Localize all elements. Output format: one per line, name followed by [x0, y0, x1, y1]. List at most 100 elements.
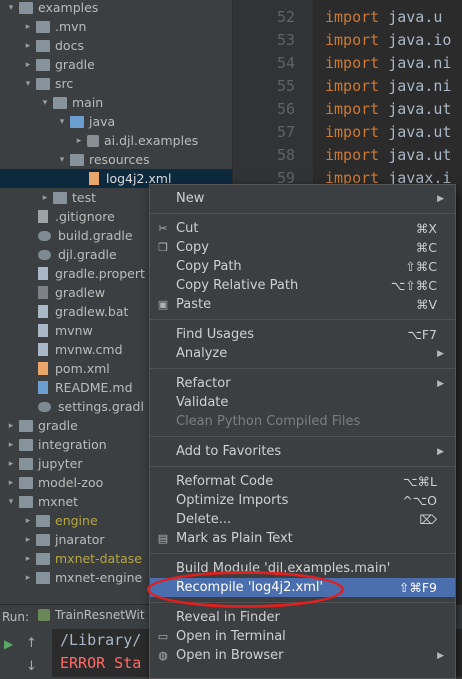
chevron-right-icon[interactable]: ▸ [6, 459, 16, 469]
chevron-down-icon[interactable]: ▾ [57, 117, 67, 127]
tree-item-label: gradle [38, 418, 78, 433]
folder-icon [19, 438, 33, 451]
menu-item-copy-relative-path[interactable]: Copy Relative Path ⌥⇧⌘C [150, 276, 455, 295]
chevron-down-icon[interactable]: ▾ [6, 497, 16, 507]
chevron-down-icon[interactable]: ▾ [57, 155, 67, 165]
chevron-right-icon[interactable]: ▸ [23, 41, 33, 51]
gradle-file-icon [38, 249, 51, 260]
code-line[interactable]: import java.ut [325, 123, 451, 141]
menu-item-recompile-log4j2-xml[interactable]: Recompile 'log4j2.xml' ⇧⌘F9 [150, 578, 455, 597]
shell-file-icon [38, 286, 48, 299]
tree-item-label: resources [89, 152, 150, 167]
rerun-icon[interactable]: ▶ [4, 637, 13, 651]
folder-icon [19, 476, 33, 489]
tree-item-label: main [72, 95, 104, 110]
menu-shortcut: ⌥⇧⌘C [390, 278, 437, 293]
menu-item-copy-path[interactable]: Copy Path ⇧⌘C [150, 257, 455, 276]
scissors-icon: ✂ [158, 221, 168, 235]
tree-item-label: mvnw [55, 323, 93, 338]
code-keyword: import [325, 77, 389, 95]
tree-item[interactable]: ▾ examples [0, 0, 232, 17]
menu-item-copy[interactable]: ❐ Copy ⌘C [150, 238, 455, 257]
menu-item-optimize-imports[interactable]: Optimize Imports ^⌥O [150, 491, 455, 510]
code-line[interactable]: import java.u [325, 8, 442, 26]
scroll-down-icon[interactable]: ↓ [26, 659, 37, 674]
tree-item[interactable]: ▸ gradle [0, 55, 232, 74]
menu-separator [150, 553, 455, 554]
chevron-right-icon[interactable]: ▸ [23, 22, 33, 32]
chevron-down-icon[interactable]: ▾ [6, 3, 16, 13]
chevron-right-icon[interactable]: ▸ [23, 554, 33, 564]
menu-item-analyze[interactable]: Analyze ▶ [150, 344, 455, 363]
chevron-right-icon[interactable]: ▸ [40, 193, 50, 203]
menu-item-open-in-browser[interactable]: ◍ Open in Browser ▶ [150, 646, 455, 665]
menu-item-label: Validate [176, 395, 229, 410]
tree-item[interactable]: ▸ .mvn [0, 17, 232, 36]
tree-item[interactable]: ▸ ai.djl.examples [0, 131, 232, 150]
menu-item-cut[interactable]: ✂ Cut ⌘X [150, 219, 455, 238]
tree-item-label: examples [38, 0, 99, 15]
menu-item-label: New [176, 191, 205, 206]
menu-item-reformat-code[interactable]: Reformat Code ⌥⌘L [150, 472, 455, 491]
tree-item[interactable]: ▾ main [0, 93, 232, 112]
menu-item-delete[interactable]: Delete... ⌦ [150, 510, 455, 529]
folder-icon [19, 419, 33, 432]
code-line[interactable]: import java.ni [325, 54, 451, 72]
menu-item-label: Paste [176, 297, 212, 312]
code-line[interactable]: import java.io [325, 31, 451, 49]
tree-item[interactable]: ▾ resources [0, 150, 232, 169]
folder-icon [36, 571, 50, 584]
chevron-down-icon[interactable]: ▾ [40, 98, 50, 108]
menu-item-refactor[interactable]: Refactor ▶ [150, 374, 455, 393]
menu-item-label: Reveal in Finder [176, 610, 280, 625]
tree-item-label: jupyter [38, 456, 83, 471]
code-line[interactable]: import java.ut [325, 146, 451, 164]
tree-item[interactable]: ▾ java [0, 112, 232, 131]
file-icon [38, 343, 48, 356]
chevron-right-icon[interactable]: ▸ [6, 478, 16, 488]
menu-separator [150, 319, 455, 320]
menu-item-label: Mark as Plain Text [176, 531, 293, 546]
chevron-right-icon[interactable]: ▸ [23, 60, 33, 70]
menu-shortcut: ⌘V [415, 297, 437, 312]
code-line[interactable]: import java.ut [325, 100, 451, 118]
menu-item-add-to-favorites[interactable]: Add to Favorites ▶ [150, 442, 455, 461]
run-config-tab[interactable]: TrainResnetWit [38, 608, 145, 622]
folder-icon [36, 77, 50, 90]
menu-item-build-module-djl-examples-main[interactable]: Build Module 'djl.examples.main' [150, 559, 455, 578]
menu-item-open-in-terminal[interactable]: ▭ Open in Terminal [150, 627, 455, 646]
chevron-right-icon[interactable]: ▸ [23, 516, 33, 526]
menu-item-label: Reformat Code [176, 474, 274, 489]
menu-item-label: Copy [176, 240, 209, 255]
chevron-right-icon[interactable]: ▸ [23, 573, 33, 583]
menu-shortcut: ⌦ [419, 512, 437, 527]
menu-item-mark-as-plain-text[interactable]: ▤ Mark as Plain Text [150, 529, 455, 548]
menu-item-reveal-in-finder[interactable]: Reveal in Finder [150, 608, 455, 627]
tree-item[interactable]: ▾ src [0, 74, 232, 93]
code-text: java.ut [388, 146, 452, 164]
scroll-up-icon[interactable]: ↑ [26, 636, 37, 651]
chevron-right-icon[interactable]: ▸ [6, 440, 16, 450]
folder-icon [36, 58, 50, 71]
menu-separator [150, 436, 455, 437]
line-number: 58 [276, 146, 295, 164]
chevron-right-icon[interactable]: ▸ [23, 535, 33, 545]
menu-separator [150, 602, 455, 603]
tree-item-label: .mvn [55, 19, 87, 34]
line-number: 53 [276, 31, 295, 49]
menu-item-find-usages[interactable]: Find Usages ⌥F7 [150, 325, 455, 344]
tree-item[interactable]: ▸ docs [0, 36, 232, 55]
chevron-right-icon[interactable]: ▸ [74, 136, 84, 146]
chevron-right-icon[interactable]: ▸ [6, 421, 16, 431]
line-number: 57 [276, 123, 295, 141]
code-keyword: import [325, 123, 389, 141]
menu-item-label: Add to Favorites [176, 444, 282, 459]
menu-item-paste[interactable]: ▣ Paste ⌘V [150, 295, 455, 314]
tree-item-label: gradlew [55, 285, 106, 300]
folder-icon [53, 96, 67, 109]
chevron-down-icon[interactable]: ▾ [23, 79, 33, 89]
menu-item-validate[interactable]: Validate [150, 393, 455, 412]
tree-item-label: mxnet-engine [55, 570, 143, 585]
menu-item-new[interactable]: New ▶ [150, 189, 455, 208]
code-line[interactable]: import java.ni [325, 77, 451, 95]
